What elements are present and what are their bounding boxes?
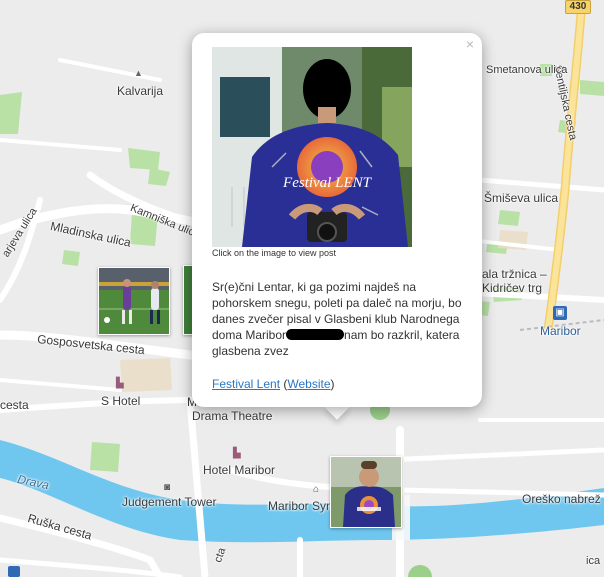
photo-marker-football[interactable] (98, 267, 170, 335)
redaction-mark (286, 329, 345, 340)
bus-stop-icon[interactable] (8, 566, 20, 577)
label-ica: ica (586, 555, 601, 567)
label-drama-theatre: Drama Theatre (192, 409, 273, 423)
road-shield-430: 430 (565, 0, 591, 14)
train-station-icon[interactable]: ▣ (553, 306, 567, 320)
label-s-hotel: S Hotel (101, 394, 141, 408)
link-close-paren: ) (330, 377, 335, 391)
post-image[interactable]: Festival LENT (212, 47, 412, 247)
website-link[interactable]: Website (287, 377, 330, 391)
label-oresko-nabrez: Oreško nabrež (522, 492, 601, 506)
hotel-icon: ▙ (233, 448, 241, 459)
label-smiseva-ulica: Šmiševa ulica (484, 191, 559, 205)
label-cesta: cesta (0, 398, 29, 412)
post-links: Festival Lent (Website) (212, 377, 335, 391)
label-kidricev-trg: Kidričev trg (482, 281, 543, 295)
shirt-text: Festival LENT (282, 175, 373, 191)
post-text: Sr(e)čni Lentar, ki ga pozimi najdeš na … (212, 279, 467, 359)
label-judgement-tower: Judgement Tower (122, 495, 217, 509)
label-ala-trznica: ala tržnica – (482, 267, 547, 281)
label-smetanova-ulica: Smetanova ulica (486, 64, 568, 76)
label-kalvarija: Kalvarija (117, 84, 164, 98)
camera-icon: ◙ (164, 482, 171, 493)
photo-popup: × Festival LENT Click on the image to vi… (192, 33, 482, 407)
festival-lent-link[interactable]: Festival Lent (212, 377, 280, 391)
museum-icon: ⌂ (313, 484, 320, 495)
hotel-icon: ▙ (116, 378, 124, 389)
label-maribor-station: Maribor (540, 324, 581, 338)
label-hotel-maribor: Hotel Maribor (203, 463, 276, 477)
close-icon[interactable]: × (466, 36, 474, 52)
hill-icon: ▲ (134, 68, 143, 78)
label-maribor-syn: Maribor Syn (268, 499, 333, 513)
image-caption: Click on the image to view post (212, 248, 337, 258)
photo-marker-festival[interactable] (330, 456, 402, 528)
